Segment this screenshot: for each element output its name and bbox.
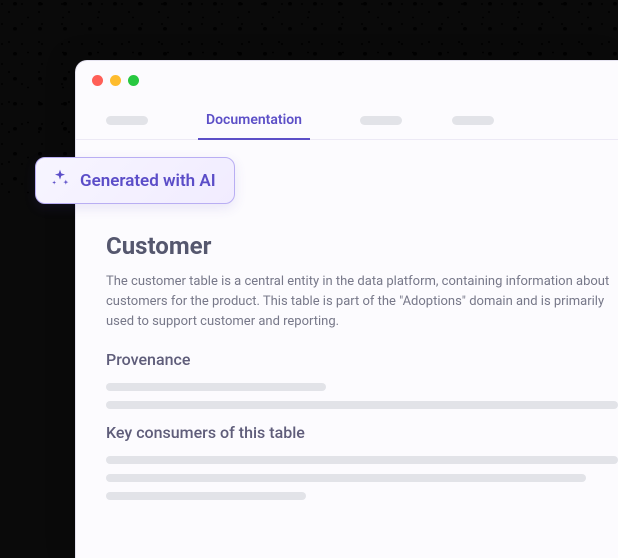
tab-documentation[interactable]: Documentation — [198, 102, 310, 140]
section-consumers: Key consumers of this table — [106, 423, 618, 442]
ai-badge-label: Generated with AI — [80, 171, 216, 191]
skeleton-line — [106, 474, 586, 482]
skeleton-line — [106, 456, 618, 464]
skeleton-line — [106, 492, 306, 500]
tab-placeholder[interactable] — [452, 116, 494, 125]
minimize-icon[interactable] — [110, 75, 121, 86]
close-icon[interactable] — [92, 75, 103, 86]
page-title: Customer — [106, 232, 618, 260]
ai-generated-badge: Generated with AI — [35, 157, 235, 204]
tab-bar: Documentation — [76, 96, 618, 140]
skeleton-line — [106, 383, 326, 391]
tab-placeholder[interactable] — [106, 116, 148, 125]
section-provenance: Provenance — [106, 350, 618, 369]
page-description: The customer table is a central entity i… — [106, 272, 618, 332]
window-titlebar — [76, 61, 618, 96]
app-window: Documentation Customer The customer tabl… — [75, 60, 618, 558]
maximize-icon[interactable] — [128, 75, 139, 86]
skeleton-line — [106, 401, 618, 409]
tab-placeholder[interactable] — [360, 116, 402, 125]
sparkle-icon — [50, 168, 70, 193]
